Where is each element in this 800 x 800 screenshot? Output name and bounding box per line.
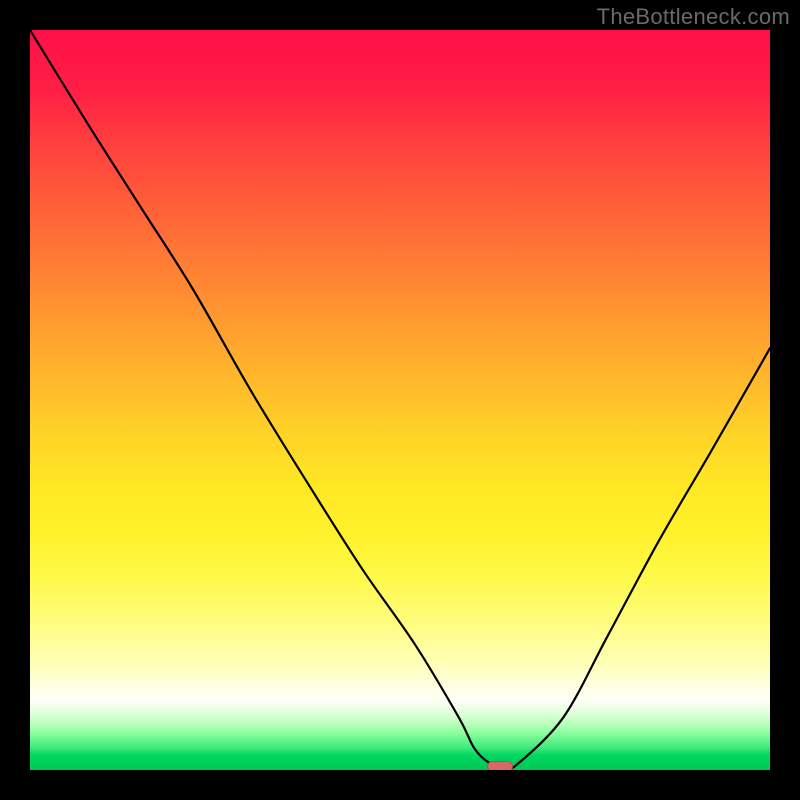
plot-area	[30, 30, 770, 770]
chart-frame: TheBottleneck.com	[0, 0, 800, 800]
watermark-text: TheBottleneck.com	[597, 4, 790, 30]
optimal-point-marker	[487, 761, 513, 770]
bottleneck-curve	[30, 30, 770, 770]
